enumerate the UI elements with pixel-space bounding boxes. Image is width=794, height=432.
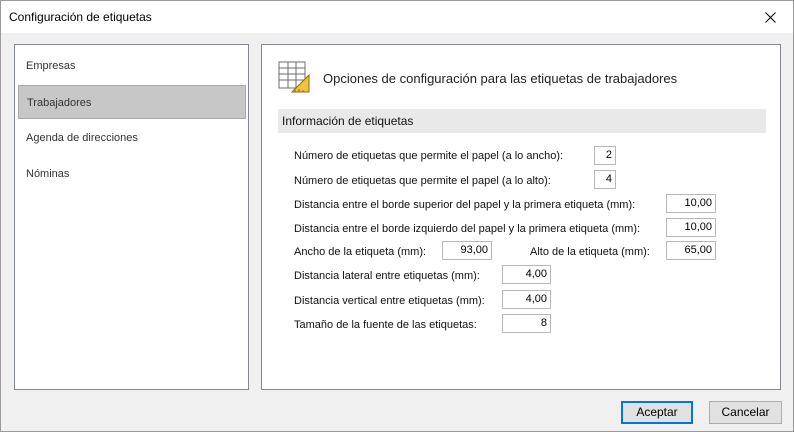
- per-width-field[interactable]: 2: [594, 146, 616, 165]
- label-height-label: Alto de la etiqueta (mm):: [530, 246, 650, 258]
- vertical-gap-field[interactable]: 4,00: [502, 290, 551, 309]
- left-margin-label: Distancia entre el borde izquierdo del p…: [294, 223, 641, 235]
- section-header: Información de etiquetas: [278, 109, 766, 133]
- label-sheet-icon: [278, 61, 310, 93]
- accept-button[interactable]: Aceptar: [621, 401, 693, 424]
- category-list: Empresas Trabajadores Agenda de direccio…: [14, 44, 249, 390]
- sidebar-item-trabajadores[interactable]: Trabajadores: [18, 85, 246, 119]
- window-title: Configuración de etiquetas: [9, 10, 152, 24]
- close-icon: [764, 11, 776, 23]
- close-button[interactable]: [747, 1, 793, 33]
- section-title: Información de etiquetas: [282, 114, 414, 128]
- sidebar-item-empresas[interactable]: Empresas: [18, 49, 246, 83]
- font-size-label: Tamaño de la fuente de las etiquetas:: [294, 319, 477, 331]
- label-height-field[interactable]: 65,00: [666, 241, 716, 260]
- lateral-gap-field[interactable]: 4,00: [502, 265, 551, 284]
- font-size-field[interactable]: 8: [502, 314, 551, 333]
- label-width-field[interactable]: 93,00: [442, 241, 492, 260]
- lateral-gap-label: Distancia lateral entre etiquetas (mm):: [294, 270, 480, 282]
- top-margin-label: Distancia entre el borde superior del pa…: [294, 199, 636, 211]
- title-bar: Configuración de etiquetas: [1, 1, 793, 33]
- cancel-button[interactable]: Cancelar: [709, 401, 782, 424]
- label-config-dialog: Configuración de etiquetas Empresas Trab…: [0, 0, 794, 432]
- left-margin-field[interactable]: 10,00: [666, 218, 716, 237]
- top-margin-field[interactable]: 10,00: [666, 194, 716, 213]
- per-height-label: Número de etiquetas que permite el papel…: [294, 175, 551, 187]
- label-width-label: Ancho de la etiqueta (mm):: [294, 246, 427, 258]
- sidebar-item-nominas[interactable]: Nóminas: [18, 157, 246, 191]
- panel-title: Opciones de configuración para las etiqu…: [323, 71, 678, 86]
- sidebar-item-agenda[interactable]: Agenda de direcciones: [18, 121, 246, 155]
- per-width-label: Número de etiquetas que permite el papel…: [294, 150, 564, 162]
- per-height-field[interactable]: 4: [594, 170, 616, 189]
- options-panel: Opciones de configuración para las etiqu…: [261, 44, 781, 390]
- vertical-gap-label: Distancia vertical entre etiquetas (mm):: [294, 295, 485, 307]
